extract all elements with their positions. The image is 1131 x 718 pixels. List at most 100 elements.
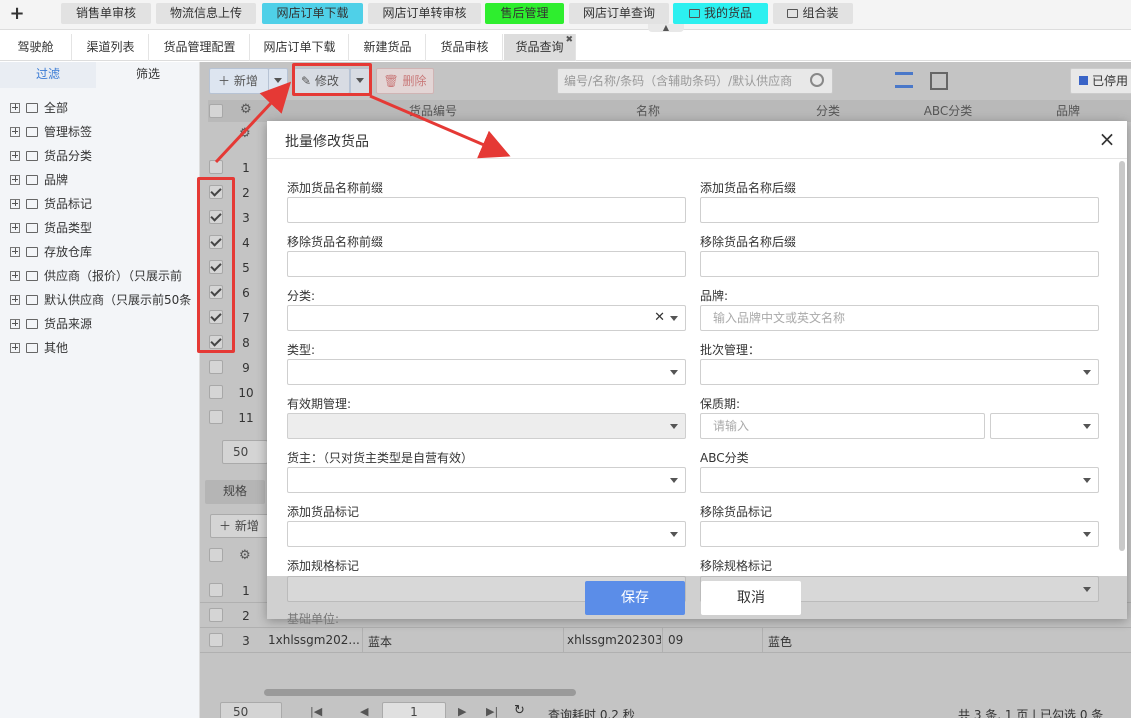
spec-row-checkbox[interactable] — [209, 633, 223, 647]
trash-icon: 🗑 — [383, 74, 399, 88]
show-disabled-toggle[interactable]: 已停用 — [1070, 68, 1131, 94]
shelf-life-unit-select[interactable] — [990, 413, 1099, 439]
expand-icon[interactable] — [10, 343, 20, 353]
add-button[interactable]: ＋ 新增 — [209, 68, 269, 94]
subtab-order-download[interactable]: 网店订单下载 — [251, 34, 349, 61]
horizontal-scrollbar[interactable] — [264, 689, 576, 696]
gear-icon[interactable]: ⚙ — [240, 102, 252, 117]
first-page-icon[interactable]: |◀ — [310, 705, 322, 718]
filter-tab[interactable]: 过滤 — [0, 62, 96, 88]
remove-name-suffix-input[interactable] — [700, 251, 1099, 277]
shelf-life-input[interactable]: 请输入 — [700, 413, 985, 439]
tab-spec[interactable]: 规格 — [205, 480, 265, 504]
spec-row-checkbox[interactable] — [209, 583, 223, 597]
expand-icon[interactable] — [10, 151, 20, 161]
page-number-input[interactable]: 1 — [382, 702, 446, 718]
spec-select-all-checkbox[interactable] — [209, 548, 223, 562]
gear-icon[interactable]: ⚙ — [239, 548, 251, 563]
expand-icon[interactable] — [10, 319, 20, 329]
row-checkbox[interactable] — [209, 385, 223, 399]
expand-icon[interactable] — [10, 199, 20, 209]
tree-item-type[interactable]: 货品类型 — [10, 218, 92, 238]
col-goods-code[interactable]: 货品编号 — [328, 100, 538, 122]
nav-tab-logistics-upload[interactable]: 物流信息上传 — [156, 3, 256, 24]
grid-view-icon[interactable] — [930, 72, 948, 90]
remove-name-prefix-input[interactable] — [287, 251, 686, 277]
subtab-goods-query[interactable]: 货品查询 ✖ — [504, 34, 576, 61]
subtab-goods-config[interactable]: 货品管理配置 — [150, 34, 250, 61]
tree-item-default-supplier[interactable]: 默认供应商（只展示前50条 — [10, 290, 191, 310]
batch-mgmt-select[interactable] — [700, 359, 1099, 385]
tree-item-warehouse[interactable]: 存放仓库 — [10, 242, 92, 262]
save-button[interactable]: 保存 — [585, 581, 685, 615]
col-abc[interactable]: ABC分类 — [898, 100, 998, 122]
expand-icon[interactable] — [10, 103, 20, 113]
tree-item-source[interactable]: 货品来源 — [10, 314, 92, 334]
add-goods-mark-select[interactable] — [287, 521, 686, 547]
expand-icon[interactable] — [10, 295, 20, 305]
refresh-icon[interactable]: ↻ — [514, 703, 525, 718]
tree-item-supplier-quote[interactable]: 供应商（报价）（只展示前 — [10, 266, 182, 286]
goods-search-input[interactable]: 编号/名称/条码（含辅助条码）/默认供应商 — [557, 68, 833, 94]
select-all-checkbox[interactable] — [209, 104, 223, 118]
tree-item-category[interactable]: 货品分类 — [10, 146, 92, 166]
add-tab-plus-icon[interactable]: + — [8, 5, 26, 23]
expand-icon[interactable] — [10, 247, 20, 257]
add-dropdown-button[interactable] — [268, 68, 288, 94]
nav-tab-order-query[interactable]: 网店订单查询 — [569, 3, 669, 24]
clear-icon[interactable]: ✕ — [654, 310, 665, 326]
tree-item-marks[interactable]: 货品标记 — [10, 194, 92, 214]
row-checkbox[interactable] — [209, 160, 223, 174]
remove-goods-mark-select[interactable] — [700, 521, 1099, 547]
abc-select[interactable] — [700, 467, 1099, 493]
brand-input[interactable]: 输入品牌中文或英文名称 — [700, 305, 1099, 331]
nav-tab-after-sales[interactable]: 售后管理 — [485, 3, 564, 24]
tree-item-all[interactable]: 全部 — [10, 98, 68, 118]
tree-item-brand[interactable]: 品牌 — [10, 170, 68, 190]
add-name-prefix-input[interactable] — [287, 197, 686, 223]
screen-tab[interactable]: 筛选 — [100, 62, 196, 88]
owner-select[interactable] — [287, 467, 686, 493]
list-view-icon[interactable] — [895, 72, 913, 88]
brand-placeholder: 输入品牌中文或英文名称 — [713, 311, 846, 325]
subtab-new-goods[interactable]: 新建货品 — [350, 34, 426, 61]
row-checkbox[interactable] — [209, 360, 223, 374]
subtab-goods-audit[interactable]: 货品审核 — [427, 34, 503, 61]
nav-tab-order-download[interactable]: 网店订单下载 — [262, 3, 363, 24]
delete-button[interactable]: 🗑 删除 — [376, 68, 434, 94]
col-name[interactable]: 名称 — [538, 100, 758, 122]
nav-tab-my-goods[interactable]: 我的货品 — [673, 3, 768, 24]
expand-icon[interactable] — [10, 271, 20, 281]
spec-row-checkbox[interactable] — [209, 608, 223, 622]
tree-item-tags[interactable]: 管理标签 — [10, 122, 92, 142]
expand-icon[interactable] — [10, 223, 20, 233]
subtab-cockpit[interactable]: 驾驶舱 — [0, 34, 72, 61]
close-tab-icon[interactable]: ✖ — [565, 27, 573, 54]
nav-tab-sales-audit[interactable]: 销售单审核 — [61, 3, 151, 24]
expand-icon[interactable] — [10, 175, 20, 185]
category-select[interactable]: ✕ — [287, 305, 686, 331]
close-icon[interactable]: × — [1097, 127, 1117, 151]
expiry-mgmt-select[interactable] — [287, 413, 686, 439]
add-name-suffix-input[interactable] — [700, 197, 1099, 223]
tree-item-other[interactable]: 其他 — [10, 338, 68, 358]
expand-icon[interactable] — [10, 127, 20, 137]
spec-add-button[interactable]: ＋ 新增 — [210, 514, 270, 538]
dialog-scrollbar[interactable] — [1119, 161, 1125, 551]
bottom-page-size-select[interactable]: 50 — [220, 702, 282, 718]
col-brand[interactable]: 品牌 — [998, 100, 1131, 122]
row-checkbox[interactable] — [209, 410, 223, 424]
nav-tab-combo[interactable]: 组合装 — [773, 3, 853, 24]
prev-page-icon[interactable]: ◀ — [360, 705, 368, 718]
last-page-icon[interactable]: ▶| — [486, 705, 498, 718]
gear-icon[interactable]: ⚙ — [239, 126, 251, 141]
page-size-select[interactable]: 50 — [222, 440, 268, 464]
collapse-nav-icon[interactable]: ▲ — [648, 24, 684, 32]
cancel-button[interactable]: 取消 — [701, 581, 801, 615]
nav-tab-order-to-audit[interactable]: 网店订单转审核 — [368, 3, 481, 24]
col-category[interactable]: 分类 — [758, 100, 898, 122]
next-page-icon[interactable]: ▶ — [458, 705, 466, 718]
subtab-channels[interactable]: 渠道列表 — [73, 34, 149, 61]
search-icon[interactable] — [810, 73, 824, 87]
type-select[interactable] — [287, 359, 686, 385]
